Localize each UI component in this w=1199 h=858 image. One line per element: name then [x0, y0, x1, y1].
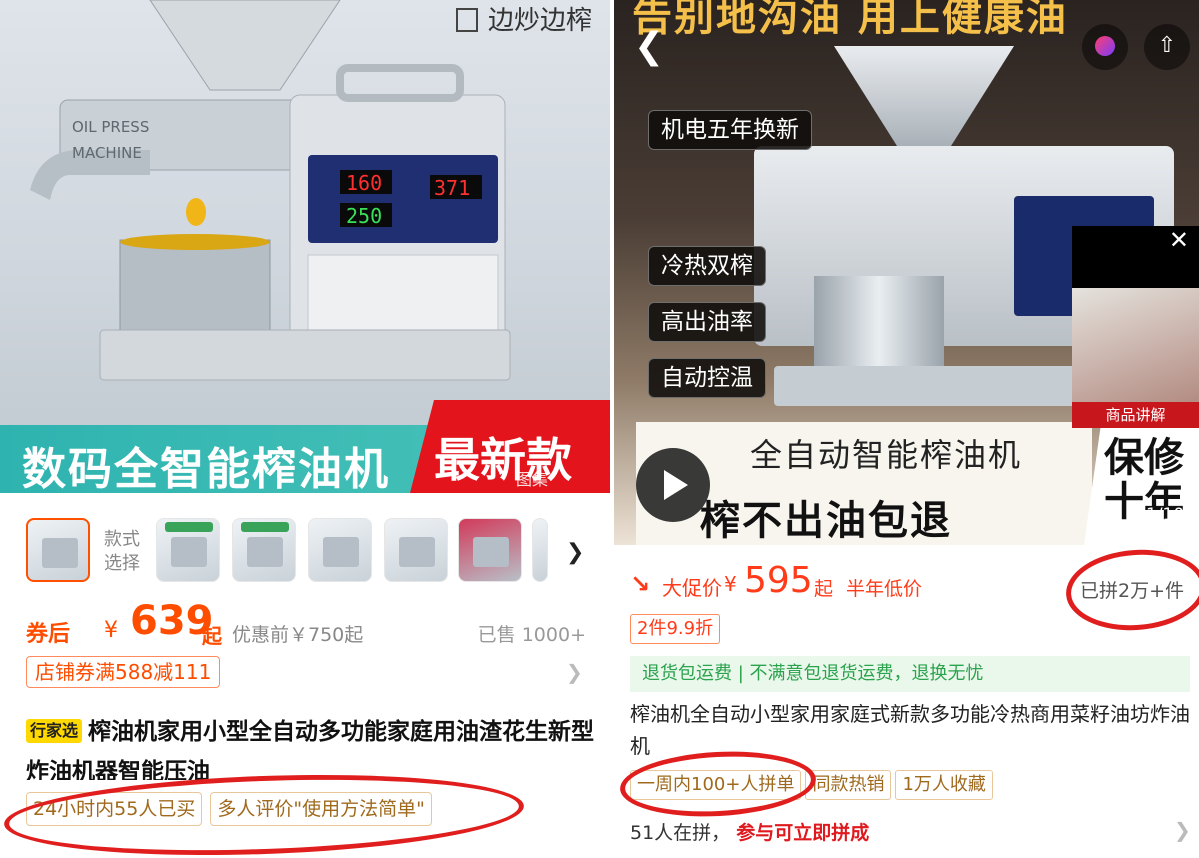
hero-top-title: 告别地沟油 用上健康油: [632, 0, 1068, 40]
variant-thumb-1[interactable]: [26, 518, 90, 582]
svg-text:160: 160: [346, 171, 382, 195]
join-group-link[interactable]: 参与可立即拼成: [736, 822, 869, 844]
banner-title: 数码全智能榨油机: [22, 444, 390, 495]
screenshot-root: 边炒边榨 160 371 250 OIL PRESS MACHINE 数码全智能…: [0, 0, 1199, 858]
right-product-panel: 告别地沟油 用上健康油 机电五年换新 冷热双榨 高出油率 自动控温 全自动智能榨…: [614, 0, 1199, 858]
thumb-machine-icon: [473, 537, 509, 567]
slogan-line-2: 榨不出油包退: [700, 498, 952, 544]
machine-hopper: [834, 46, 1014, 146]
price-currency: ¥: [104, 618, 118, 643]
price-suffix: 起: [202, 624, 222, 648]
price-currency: ¥: [724, 572, 737, 596]
chevron-right-icon[interactable]: ❯: [1174, 818, 1191, 842]
deal-tag[interactable]: 2件9.9折: [630, 614, 721, 644]
play-icon[interactable]: [636, 448, 710, 522]
mini-video-caption[interactable]: 商品讲解: [1072, 402, 1199, 428]
favorite-icon[interactable]: [1082, 24, 1128, 70]
newest-badge-text: 最新款: [434, 433, 572, 487]
group-count-text: 51人在拼，: [630, 822, 731, 844]
thumb-machine-icon: [42, 538, 78, 568]
price-before: 优惠前￥750起: [232, 624, 364, 646]
machine-pot: [814, 276, 944, 376]
price-label: 大促价: [662, 576, 722, 600]
thumb-machine-icon: [399, 537, 435, 567]
feature-label: 高出油率: [648, 302, 766, 342]
left-product-panel: 边炒边榨 160 371 250 OIL PRESS MACHINE 数码全智能…: [0, 0, 610, 858]
thumb-machine-icon: [247, 537, 283, 567]
feature-label: 冷热双榨: [648, 246, 766, 286]
sold-count: 已售 1000+: [477, 624, 586, 646]
price-label: 券后: [26, 622, 71, 647]
thumb-machine-icon: [323, 537, 359, 567]
thumb-banner-icon: [165, 522, 213, 532]
svg-text:371: 371: [434, 176, 470, 200]
expert-pick-tag: 行家选: [26, 719, 83, 743]
price-drop-icon: ↘: [630, 570, 651, 598]
warranty-badge: 保修十年: [1084, 422, 1199, 545]
video-frame: [1072, 288, 1199, 402]
svg-text:250: 250: [346, 204, 382, 228]
feature-label: 机电五年换新: [648, 110, 812, 150]
price-value: 639: [130, 598, 214, 644]
right-hero-image[interactable]: 告别地沟油 用上健康油 机电五年换新 冷热双榨 高出油率 自动控温 全自动智能榨…: [614, 0, 1199, 545]
price-value: 595: [744, 560, 813, 601]
chevron-right-icon[interactable]: ❯: [566, 660, 583, 684]
shop-coupon[interactable]: 店铺券满588减111: [26, 656, 221, 688]
highlight-tag: 1万人收藏: [895, 770, 993, 800]
newest-badge: 最新款: [410, 400, 610, 493]
image-page-indicator: 1/10: [1146, 505, 1185, 525]
variant-select-label[interactable]: 款式选择: [104, 528, 148, 576]
variant-thumb-2[interactable]: [156, 518, 220, 582]
variant-thumb-3[interactable]: [232, 518, 296, 582]
variant-thumb-7[interactable]: [532, 518, 548, 582]
product-title: 行家选 榨油机家用小型全自动多功能家庭用油渣花生新型炸油机器智能压油: [26, 712, 596, 780]
annotation-circle: [2, 766, 526, 858]
close-icon[interactable]: ✕: [1169, 226, 1189, 254]
svg-text:MACHINE: MACHINE: [72, 144, 142, 162]
share-icon[interactable]: ⇧: [1144, 24, 1190, 70]
feature-label: 自动控温: [648, 358, 766, 398]
svg-text:OIL PRESS: OIL PRESS: [72, 118, 149, 136]
variant-thumb-5[interactable]: [384, 518, 448, 582]
low-price-tag: 半年低价: [846, 578, 923, 600]
thumb-machine-icon: [171, 537, 207, 567]
price-row: 券后 ¥ 639 起 优惠前￥750起 已售 1000+: [26, 598, 586, 648]
price-suffix: 起: [814, 578, 834, 600]
chevron-right-icon[interactable]: ❯: [566, 540, 584, 565]
chevron-left-icon[interactable]: ❮: [634, 26, 664, 67]
highlight-tag: 同款热销: [805, 770, 892, 800]
service-guarantee[interactable]: 退货包运费 | 不满意包退货运费，退换无忧: [630, 656, 1190, 692]
product-title-text: 榨油机家用小型全自动多功能家庭用油渣花生新型炸油机器智能压油: [26, 719, 595, 780]
group-buy-row[interactable]: 51人在拼， 参与可立即拼成: [630, 818, 869, 845]
variant-thumb-6[interactable]: [458, 518, 522, 582]
gallery-tag[interactable]: 图集: [516, 466, 548, 490]
oil-press-machine-illustration: 160 371 250 OIL PRESS MACHINE: [30, 0, 511, 381]
slogan-line-1: 全自动智能榨油机: [750, 436, 1023, 474]
thumb-banner-icon: [241, 522, 289, 532]
variant-thumb-4[interactable]: [308, 518, 372, 582]
annotation-circle: [1063, 545, 1199, 635]
mini-video-player[interactable]: ✕ 商品讲解: [1072, 226, 1199, 428]
